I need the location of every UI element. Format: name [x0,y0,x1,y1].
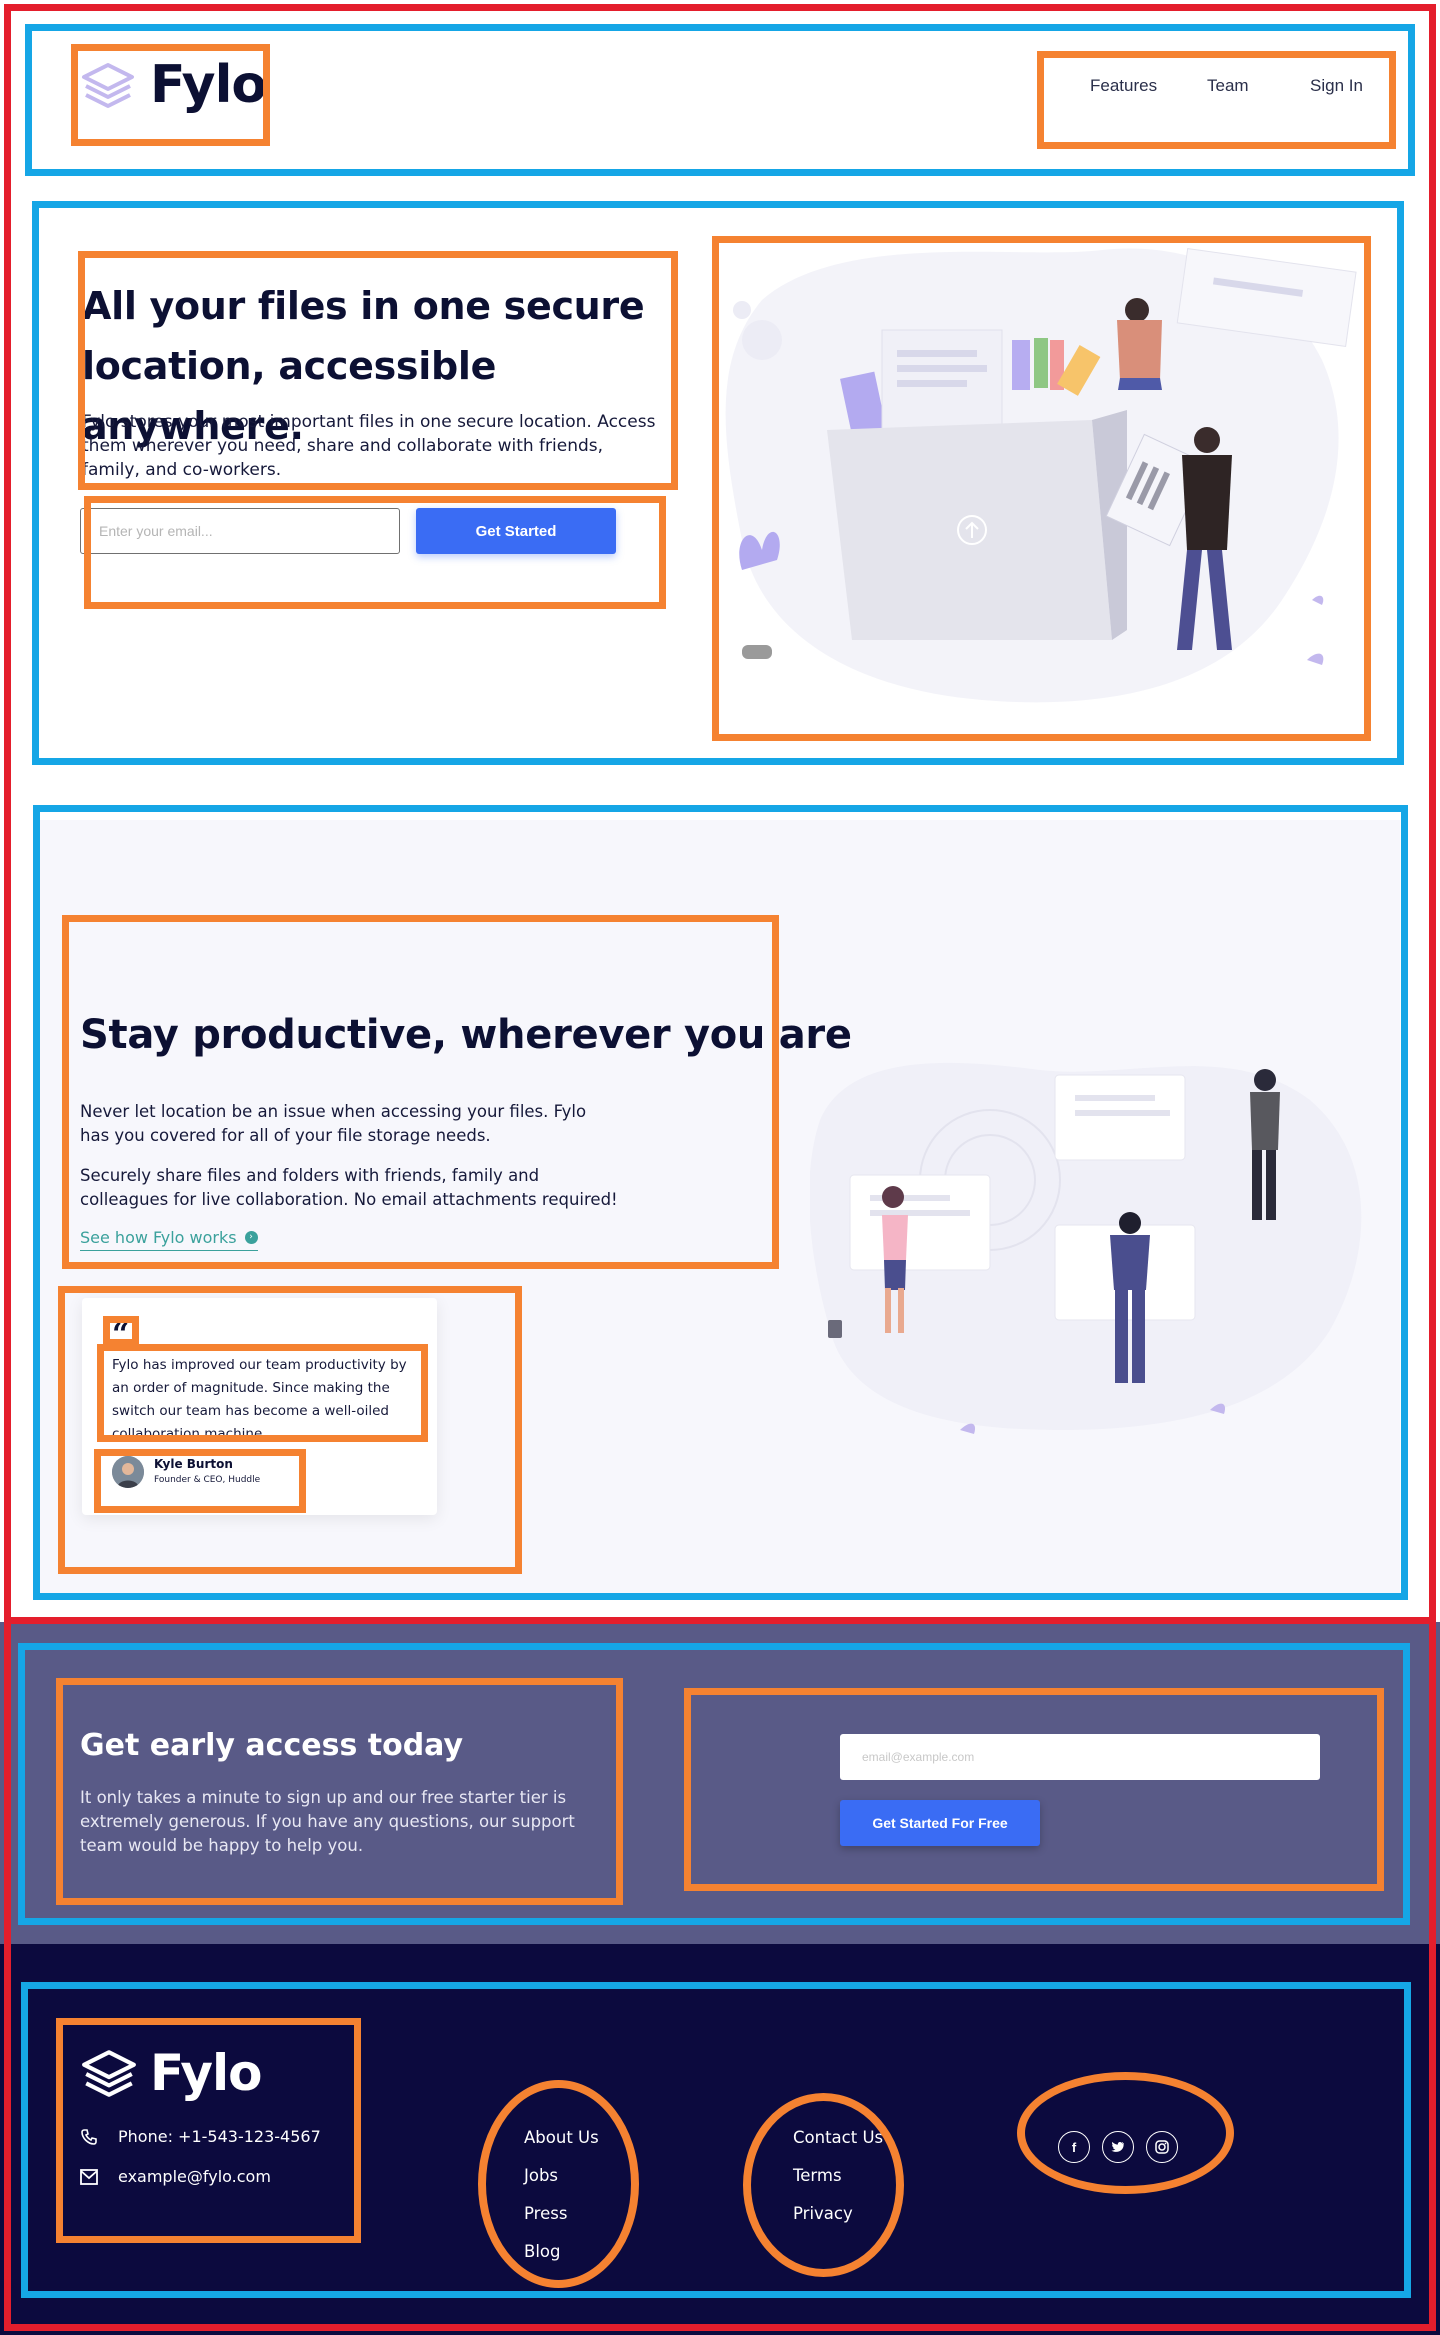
early-access-description: It only takes a minute to sign up and ou… [80,1788,575,1855]
phone-icon [81,2128,97,2145]
brand-name: Fylo [150,55,267,115]
footer-phone: Phone: +1-543-123-4567 [80,2127,321,2146]
instagram-icon[interactable] [1146,2131,1178,2163]
see-how-link-label: See how Fylo works [80,1228,237,1247]
footer-links-column-2: Contact Us Terms Privacy [793,2126,883,2240]
footer-link-contact-us[interactable]: Contact Us [793,2126,883,2164]
layers-logo-icon [82,2050,136,2097]
footer-link-blog[interactable]: Blog [524,2240,599,2278]
hero-description: Fylo stores your most important files in… [82,412,656,480]
early-access-section [0,1622,1440,1944]
arrow-right-icon: › [244,1231,258,1244]
get-started-button[interactable]: Get Started [416,508,616,554]
site-header: Fylo Features Team Sign In [0,0,1440,180]
quote-icon: “ [112,1317,130,1352]
layers-logo-icon [82,63,134,108]
testimonial-author-role: Founder & CEO, Huddle [154,1475,261,1485]
mail-icon [80,2168,98,2185]
productive-paragraph-2: Securely share files and folders with fr… [80,1166,618,1209]
twitter-icon[interactable] [1102,2131,1134,2163]
get-started-for-free-button[interactable]: Get Started For Free [840,1800,1040,1846]
footer-brand-name: Fylo [150,2044,263,2102]
avatar-person-icon [112,1456,144,1488]
footer-email: example@fylo.com [80,2167,271,2186]
avatar [112,1456,144,1488]
footer-link-privacy[interactable]: Privacy [793,2202,883,2240]
nav-sign-in[interactable]: Sign In [1310,76,1380,96]
testimonial-quote: Fylo has improved our team productivity … [112,1357,407,1438]
testimonial-card: “ Fylo has improved our team productivit… [82,1298,437,1515]
see-how-fylo-works-link[interactable]: See how Fylo works › [80,1228,258,1251]
footer-phone-text: Phone: +1-543-123-4567 [118,2127,321,2146]
facebook-icon[interactable]: f [1058,2131,1090,2163]
footer-link-about-us[interactable]: About Us [524,2126,599,2164]
productive-paragraph-1: Never let location be an issue when acce… [80,1102,587,1145]
footer-links-column-1: About Us Jobs Press Blog [524,2126,599,2278]
productive-title: Stay productive, wherever you are [80,1012,852,1058]
nav-features[interactable]: Features [1090,76,1180,96]
testimonial-author-name: Kyle Burton [154,1457,233,1471]
early-access-title: Get early access today [80,1728,464,1763]
early-access-email-input[interactable] [840,1734,1320,1780]
intro-illustration [725,247,1357,703]
footer-link-press[interactable]: Press [524,2202,599,2240]
footer-link-terms[interactable]: Terms [793,2164,883,2202]
stay-productive-illustration [810,1062,1362,1434]
nav-team[interactable]: Team [1207,76,1267,96]
footer-link-jobs[interactable]: Jobs [524,2164,599,2202]
footer-brand-logo[interactable]: Fylo [80,2044,263,2102]
brand-logo[interactable]: Fylo [80,55,267,115]
footer-email-text[interactable]: example@fylo.com [118,2167,271,2186]
social-links: f [1058,2131,1178,2163]
hero-email-input[interactable] [80,508,400,554]
